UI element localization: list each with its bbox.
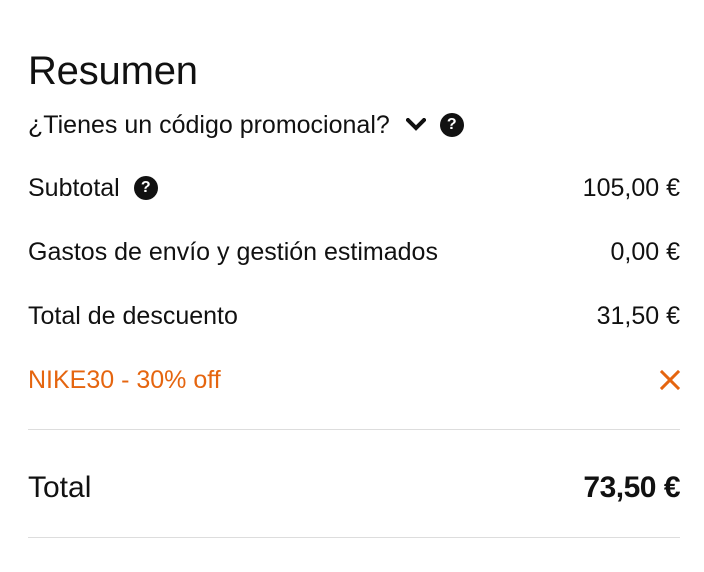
subtotal-help-icon[interactable]: ?: [133, 176, 158, 200]
discount-label: Total de descuento: [28, 302, 238, 330]
subtotal-row: Subtotal ? 105,00 €: [28, 170, 680, 206]
total-divider: [28, 537, 680, 538]
promo-code-toggle[interactable]: ¿Tienes un código promocional? ?: [28, 107, 680, 143]
discount-value: 31,50 €: [596, 302, 680, 330]
promo-code-prompt[interactable]: ¿Tienes un código promocional?: [28, 107, 390, 143]
subtotal-label: Subtotal: [28, 174, 120, 202]
summary-title: Resumen: [28, 48, 198, 93]
close-icon[interactable]: [656, 366, 684, 394]
order-summary: Resumen ¿Tienes un código promocional? ?…: [28, 0, 680, 572]
shipping-label: Gastos de envío y gestión estimados: [28, 238, 438, 266]
shipping-row: Gastos de envío y gestión estimados 0,00…: [28, 234, 680, 270]
total-label: Total: [28, 471, 92, 504]
total-value: 73,50 €: [583, 471, 680, 504]
chevron-down-icon[interactable]: [405, 115, 426, 135]
help-icon[interactable]: ?: [439, 113, 464, 137]
summary-divider: [28, 429, 680, 430]
applied-promo-label: NIKE30 - 30% off: [28, 366, 221, 394]
discount-row: Total de descuento 31,50 €: [28, 298, 680, 334]
total-row: Total 73,50 €: [28, 466, 680, 510]
shipping-value: 0,00 €: [610, 238, 680, 266]
subtotal-value: 105,00 €: [582, 174, 680, 202]
subtotal-label-group: Subtotal ?: [28, 170, 158, 206]
promo-code-prompt-group[interactable]: ¿Tienes un código promocional? ?: [28, 107, 464, 143]
applied-promo-row: NIKE30 - 30% off: [28, 362, 681, 398]
